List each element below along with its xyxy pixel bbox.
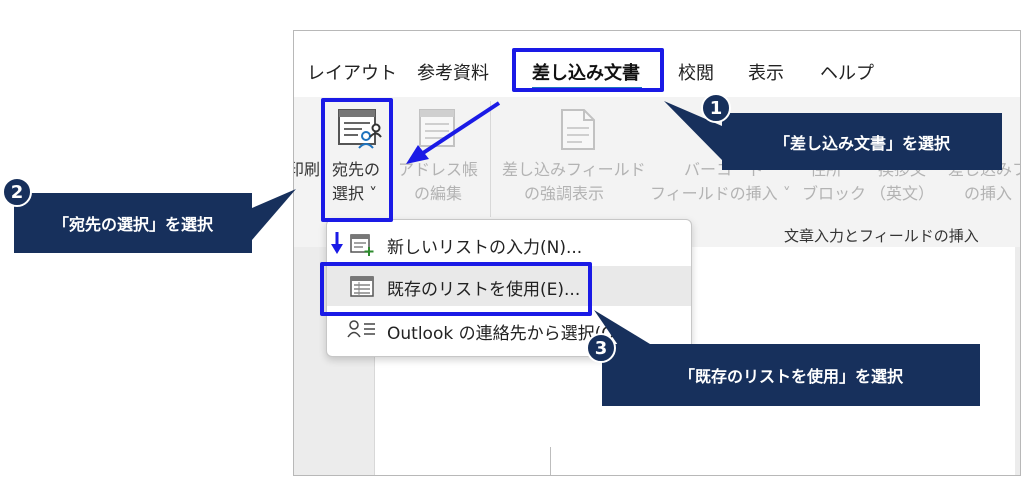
step-1-number: 1	[709, 97, 723, 119]
step-3-badge: 3	[586, 333, 616, 363]
step-3-number: 3	[594, 337, 608, 359]
callout-2-text: 「宛先の選択」を選択	[52, 215, 213, 234]
callout-2: 「宛先の選択」を選択	[14, 193, 252, 253]
step-2-badge: 2	[2, 177, 32, 207]
step-1-badge: 1	[701, 93, 731, 123]
callout-1: 「差し込み文書」を選択	[722, 113, 1002, 170]
step-2-number: 2	[10, 181, 24, 203]
callout-1-text: 「差し込み文書」を選択	[773, 133, 950, 153]
callout-3: 「既存のリストを使用」を選択	[602, 344, 980, 406]
callout-3-text: 「既存のリストを使用」を選択	[678, 367, 903, 386]
